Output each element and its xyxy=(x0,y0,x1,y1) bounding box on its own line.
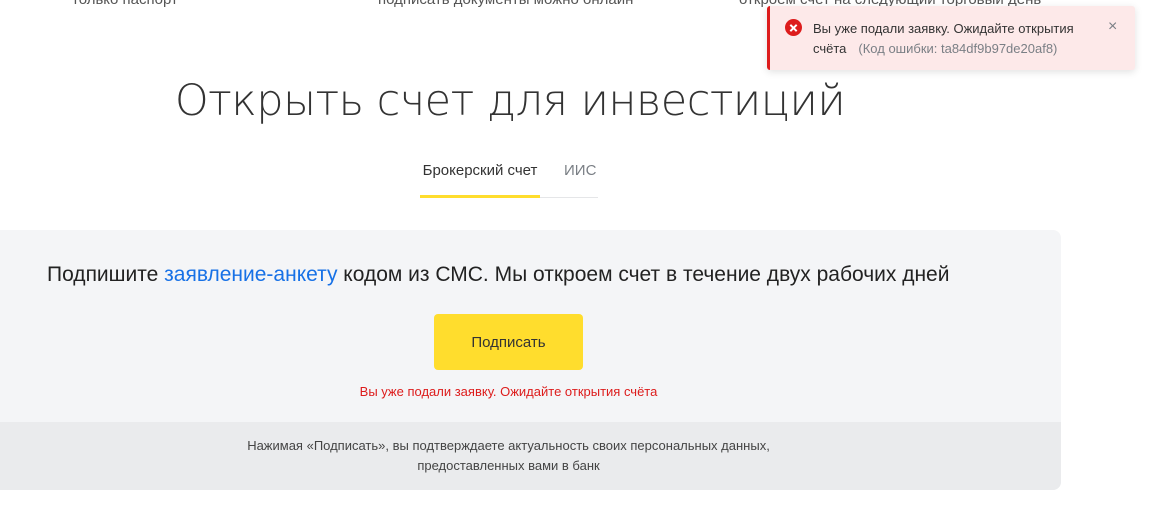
consent-line-1: Нажимая «Подписать», вы подтверждаете ак… xyxy=(247,438,770,453)
sign-button[interactable]: Подписать xyxy=(434,314,583,370)
error-icon xyxy=(785,19,802,36)
inline-error-message: Вы уже подали заявку. Ожидайте открытия … xyxy=(359,384,658,399)
feature-passport: только паспорт xyxy=(72,0,178,8)
page-title: Открыть счет для инвестиций xyxy=(174,76,846,126)
close-icon[interactable]: × xyxy=(1108,18,1117,36)
tab-iis[interactable]: ИИС xyxy=(540,160,598,198)
consent-footer: Нажимая «Подписать», вы подтверждаете ак… xyxy=(0,422,1061,490)
toast-error-code: (Код ошибки: ta84df9b97de20af8) xyxy=(858,41,1058,56)
consent-line-2: предоставленных вами в банк xyxy=(417,458,600,473)
tab-brokerage-account[interactable]: Брокерский счет xyxy=(420,160,540,198)
error-toast: Вы уже подали заявку. Ожидайте открытия … xyxy=(767,6,1135,70)
sign-instructions-suffix: кодом из СМС. Мы откроем счет в течение … xyxy=(337,263,950,286)
sign-instructions-prefix: Подпишите xyxy=(47,263,165,286)
application-form-link[interactable]: заявление-анкету xyxy=(164,263,337,286)
toast-message: Вы уже подали заявку. Ожидайте открытия … xyxy=(813,19,1093,59)
feature-online-sign: подписать документы можно онлайн xyxy=(378,0,633,8)
sign-card: Подпишите заявление-анкету кодом из СМС.… xyxy=(0,230,1061,490)
consent-text: Нажимая «Подписать», вы подтверждаете ак… xyxy=(0,436,1017,476)
sign-instructions: Подпишите заявление-анкету кодом из СМС.… xyxy=(47,263,949,287)
